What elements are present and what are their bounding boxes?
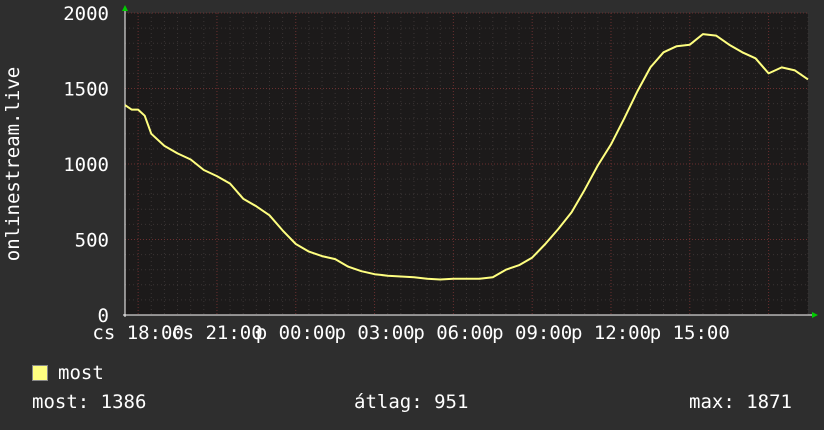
x-tick-label: cs 18:00 <box>92 322 184 344</box>
y-tick-label: 500 <box>75 230 109 252</box>
legend-swatch <box>32 365 48 381</box>
y-tick-label: 1500 <box>63 79 109 101</box>
x-tick-labels: cs 18:00cs 21:00p 00:00p 03:00p 06:00p 0… <box>92 322 729 344</box>
x-tick-label: p 09:00 <box>492 322 572 344</box>
stat-current: most: 1386 <box>32 391 147 413</box>
legend-label: most <box>58 362 104 384</box>
x-tick-label: p 00:00 <box>256 322 336 344</box>
x-tick-label: p 06:00 <box>413 322 493 344</box>
chart: 0500100015002000 cs 18:00cs 21:00p 00:00… <box>2 3 818 344</box>
x-tick-label: p 12:00 <box>571 322 651 344</box>
x-tick-label: p 03:00 <box>335 322 415 344</box>
y-axis-arrow <box>122 5 128 11</box>
x-axis-arrow <box>812 312 818 318</box>
legend: most <box>32 362 104 384</box>
x-tick-label: cs 21:00 <box>171 322 263 344</box>
y-tick-labels: 0500100015002000 <box>63 3 109 327</box>
stat-average: átlag: 951 <box>354 391 469 413</box>
x-tick-label: p 15:00 <box>650 322 730 344</box>
stat-max: max: 1871 <box>689 391 792 413</box>
y-axis-title: onlinestream.live <box>2 67 24 261</box>
y-tick-label: 1000 <box>63 154 109 176</box>
y-tick-label: 2000 <box>63 3 109 25</box>
